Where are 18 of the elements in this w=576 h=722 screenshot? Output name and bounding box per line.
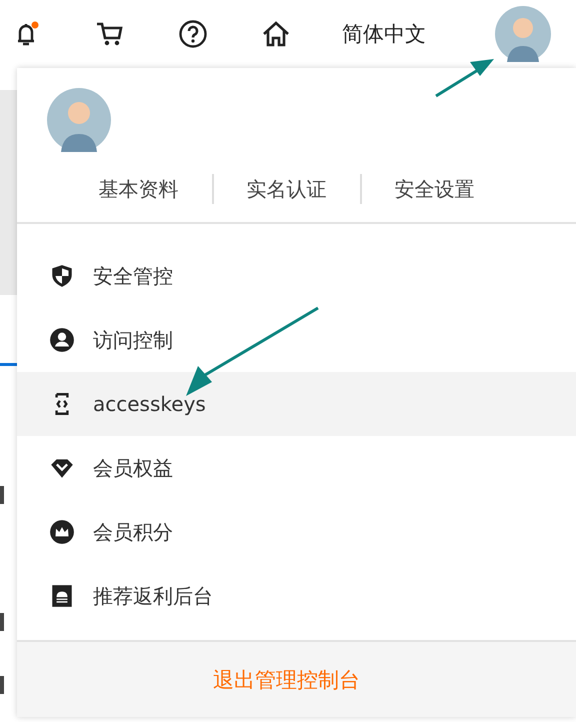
menu-item[interactable]: 会员权益 (17, 436, 576, 500)
user-icon (49, 327, 75, 353)
menu-item[interactable]: accesskeys (17, 372, 576, 436)
profile-link[interactable]: 实名认证 (214, 176, 360, 202)
profile-link[interactable]: 基本资料 (66, 176, 212, 202)
crown-icon (49, 519, 75, 545)
menu-item[interactable]: 推荐返利后台 (17, 564, 576, 628)
annotation-arrow (434, 57, 496, 98)
menu-item[interactable]: 安全管控 (17, 244, 576, 308)
home-icon[interactable] (261, 19, 291, 49)
avatar-icon[interactable] (495, 6, 551, 62)
avatar-icon (47, 88, 111, 152)
menu-item[interactable]: 会员积分 (17, 500, 576, 564)
menu-item[interactable]: 访问控制 (17, 308, 576, 372)
tab-underline (0, 363, 17, 366)
help-icon[interactable] (178, 19, 208, 49)
language-link[interactable]: 简体中文 (342, 20, 426, 48)
profile-link[interactable]: 安全设置 (362, 176, 508, 202)
